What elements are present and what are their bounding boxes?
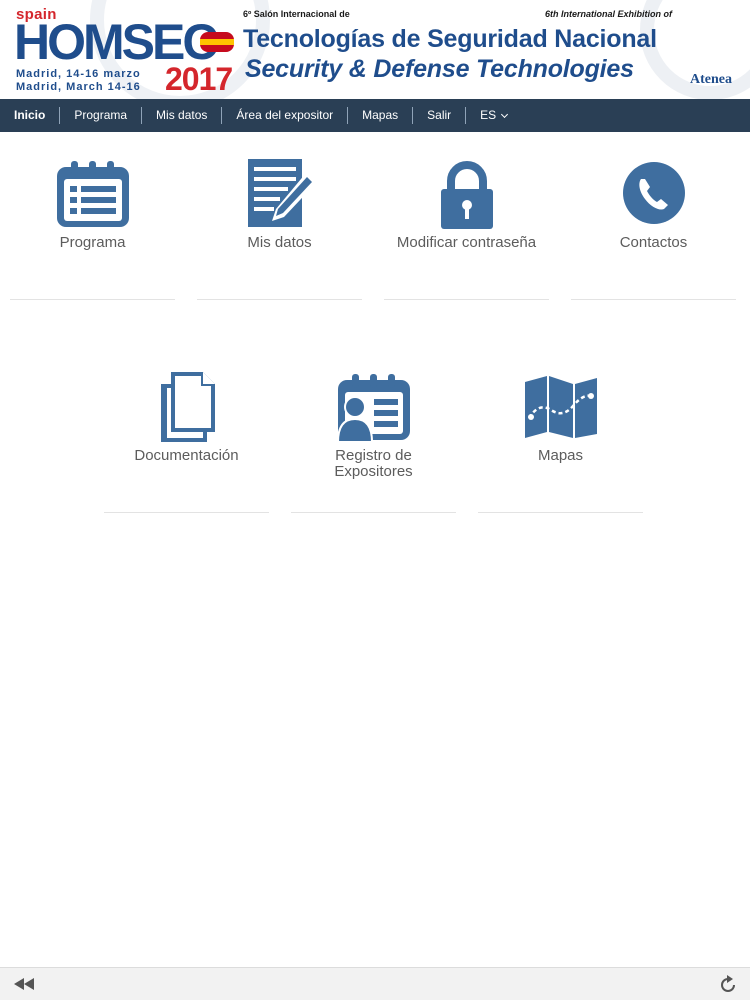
browser-toolbar [0,967,750,1000]
tile-divider [571,299,736,300]
nav-item-salir[interactable]: Salir [412,107,465,124]
tile-divider [104,512,269,513]
tile-divider [291,512,456,513]
event-dates-es: Madrid, 14-16 marzo [16,68,141,80]
calendar-list-icon [56,161,129,227]
language-label: ES [480,108,497,122]
reload-icon[interactable] [718,975,738,995]
tile-mis-datos[interactable]: Mis datos [197,133,362,300]
subtitle-en: 6th International Exhibition of [545,9,672,19]
tile-label: Documentación [134,447,239,464]
documents-icon [160,372,215,442]
tile-divider [10,299,175,300]
title-en: Security & Defense Technologies [245,55,634,83]
event-dates-en: Madrid, March 14-16 [16,81,141,93]
title-es: Tecnologías de Seguridad Nacional [243,25,657,53]
event-dates: Madrid, 14-16 marzo Madrid, March 14-16 [16,68,141,94]
tile-label: Registro de Expositores [334,447,413,480]
tile-modificar-contrasena[interactable]: Modificar contraseña [384,133,549,300]
main-navbar: Inicio Programa Mis datos Área del expos… [0,99,750,132]
lock-icon [440,161,493,229]
tile-divider [384,299,549,300]
spain-flag-icon [200,32,234,52]
nav-item-area-expositor[interactable]: Área del expositor [221,107,347,124]
language-selector[interactable]: ES [465,107,521,124]
nav-item-inicio[interactable]: Inicio [0,107,59,124]
tile-mapas[interactable]: Mapas [478,346,643,513]
tile-divider [478,512,643,513]
nav-item-mis-datos[interactable]: Mis datos [141,107,221,124]
subtitle-es: 6º Salón Internacional de [243,9,350,19]
tile-documentacion[interactable]: Documentación [104,346,269,513]
rewind-icon[interactable] [12,977,36,991]
map-icon [524,376,597,438]
tile-programa[interactable]: Programa [10,133,175,300]
exhibitor-register-icon [336,374,410,443]
header-banner: spain HOMSEC Madrid, 14-16 marzo Madrid,… [0,0,750,99]
document-edit-icon [247,159,316,227]
tile-label: Mis datos [247,234,312,251]
tile-contactos[interactable]: Contactos [571,133,736,300]
tile-label: Modificar contraseña [396,234,537,251]
sponsor-logo: Atenea [690,72,732,87]
tile-label: Contactos [619,234,688,251]
tile-label: Mapas [537,447,584,464]
phone-icon [622,162,685,224]
nav-item-mapas[interactable]: Mapas [347,107,412,124]
nav-item-programa[interactable]: Programa [59,107,141,124]
chevron-down-icon [501,110,509,118]
logo-year: 2017 [165,61,233,97]
tile-registro-expositores[interactable]: Registro de Expositores [291,346,456,513]
tile-divider [197,299,362,300]
tile-label: Programa [59,234,126,251]
